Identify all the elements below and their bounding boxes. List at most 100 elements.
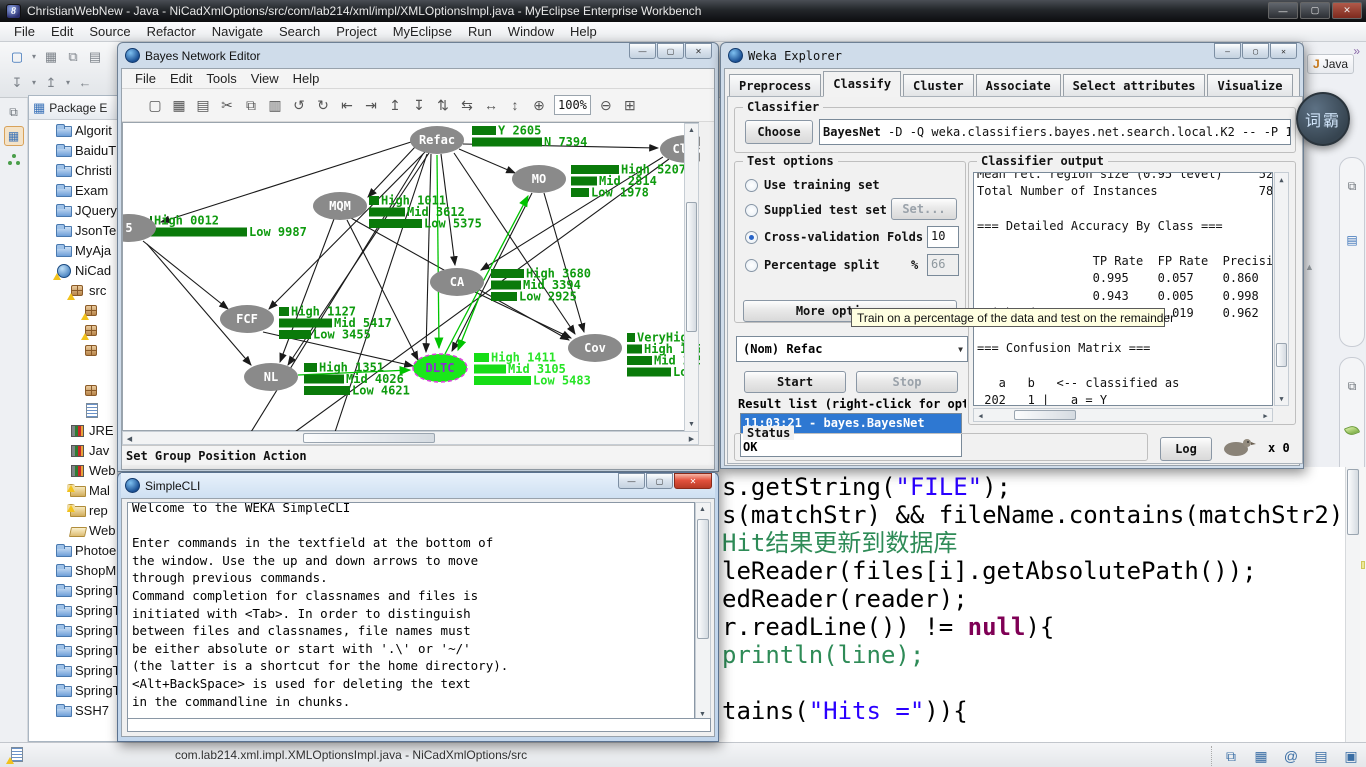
- layout-icon[interactable]: ⊞: [621, 95, 639, 115]
- tree-item[interactable]: BaiduT: [29, 140, 117, 160]
- classifier-output-area[interactable]: Mean rel. region size (0.95 level) 52.2 …: [973, 172, 1273, 406]
- tree-item[interactable]: src: [29, 280, 117, 300]
- close-button[interactable]: [674, 473, 712, 489]
- maximize-button[interactable]: [657, 43, 684, 59]
- java-perspective-button[interactable]: J Java: [1307, 54, 1354, 74]
- collapse-arrow-icon[interactable]: ▲: [1305, 262, 1314, 272]
- tab-preprocess[interactable]: Preprocess: [729, 74, 821, 97]
- tree-item[interactable]: MyAja: [29, 240, 117, 260]
- classifier-command-field[interactable]: BayesNet -D -Q weka.classifiers.bayes.ne…: [819, 119, 1291, 145]
- menu-item-edit[interactable]: Edit: [43, 24, 81, 39]
- use-training-set-option[interactable]: Use training set: [745, 178, 880, 192]
- simplecli-output-area[interactable]: Welcome to the WEKA SimpleCLI Enter comm…: [127, 502, 695, 722]
- simplecli-titlebar[interactable]: SimpleCLI: [121, 473, 715, 498]
- restore-view-icon[interactable]: ⧉: [4, 102, 24, 122]
- scrollbar-thumb[interactable]: [1347, 469, 1359, 535]
- tree-item[interactable]: Photoe: [29, 540, 117, 560]
- scroll-up-icon[interactable]: [696, 503, 709, 516]
- set-button[interactable]: Set...: [891, 198, 957, 220]
- scroll-left-icon[interactable]: [974, 409, 987, 422]
- radio-icon[interactable]: [745, 179, 758, 192]
- tree-item[interactable]: Exam: [29, 180, 117, 200]
- leaf-icon[interactable]: [1344, 424, 1360, 437]
- scroll-right-icon[interactable]: [1259, 409, 1272, 422]
- tree-item[interactable]: SpringT: [29, 660, 117, 680]
- scroll-right-icon[interactable]: [685, 432, 698, 445]
- radio-selected-icon[interactable]: [745, 231, 758, 244]
- editor-vertical-scrollbar[interactable]: [1345, 467, 1360, 742]
- tab-associate[interactable]: Associate: [976, 74, 1061, 97]
- menu-item-edit[interactable]: Edit: [163, 71, 199, 86]
- graph-horizontal-scrollbar[interactable]: [122, 431, 699, 445]
- minimize-button[interactable]: —: [1268, 2, 1298, 19]
- tree-item[interactable]: [29, 380, 117, 400]
- scroll-down-icon[interactable]: [1275, 392, 1288, 405]
- bayes-graph-canvas[interactable]: Y 2605N 7394RefacClasHigh 5207Mid 2814Lo…: [122, 122, 699, 431]
- perspective-chevron-icon[interactable]: »: [1353, 44, 1360, 58]
- scrollbar-thumb[interactable]: [686, 202, 697, 332]
- cross-validation-option[interactable]: Cross-validation: [745, 230, 880, 244]
- open-icon[interactable]: ▤: [194, 95, 212, 115]
- scroll-left-icon[interactable]: [123, 432, 136, 445]
- task-file-icon[interactable]: [8, 746, 24, 762]
- center-horizontal-icon[interactable]: ⇆: [458, 95, 476, 115]
- percentage-split-option[interactable]: Percentage split: [745, 258, 880, 272]
- save-all-icon[interactable]: ⧉: [64, 47, 82, 67]
- console-icon[interactable]: ▣: [1342, 746, 1360, 766]
- eclipse-titlebar[interactable]: 8 ChristianWebNew - Java - NiCadXmlOptio…: [0, 0, 1366, 22]
- center-vertical-icon[interactable]: ⇅: [434, 95, 452, 115]
- tree-item[interactable]: JRE: [29, 420, 117, 440]
- outline-view-icon[interactable]: ▤: [1342, 230, 1362, 250]
- space-vertical-icon[interactable]: ↕: [506, 95, 524, 115]
- folds-field[interactable]: 10: [927, 226, 959, 248]
- tree-item[interactable]: SpringT: [29, 600, 117, 620]
- tree-item[interactable]: [29, 300, 117, 320]
- menu-item-project[interactable]: Project: [328, 24, 384, 39]
- paste-icon[interactable]: ▥: [266, 95, 284, 115]
- zoom-level-box[interactable]: 100%: [554, 95, 591, 115]
- back-icon[interactable]: ←: [76, 73, 94, 93]
- tree-item[interactable]: Web: [29, 460, 117, 480]
- mail-icon[interactable]: @: [1282, 746, 1300, 766]
- space-horizontal-icon[interactable]: ↔: [482, 95, 500, 115]
- tab-select-attributes[interactable]: Select attributes: [1063, 74, 1206, 97]
- radio-icon[interactable]: [745, 204, 758, 217]
- save-icon[interactable]: ▦: [42, 47, 60, 67]
- minimize-button[interactable]: [618, 473, 645, 489]
- scrollbar-thumb[interactable]: [303, 433, 435, 443]
- output-horizontal-scrollbar[interactable]: [973, 408, 1273, 422]
- menu-item-source[interactable]: Source: [81, 24, 138, 39]
- tree-item[interactable]: JQuery: [29, 200, 117, 220]
- package-explorer-view-icon[interactable]: ▦: [4, 126, 24, 146]
- copy-icon[interactable]: ⧉: [242, 95, 260, 115]
- tree-item[interactable]: Web: [29, 520, 117, 540]
- menu-item-myeclipse[interactable]: MyEclipse: [385, 24, 460, 39]
- menu-item-window[interactable]: Window: [500, 24, 562, 39]
- scrollbar-thumb[interactable]: [697, 519, 709, 639]
- align-bottom-icon[interactable]: ↧: [410, 95, 428, 115]
- maximize-button[interactable]: ▢: [1300, 2, 1330, 19]
- maximize-button[interactable]: [646, 473, 673, 489]
- save-icon[interactable]: ▦: [170, 95, 188, 115]
- choose-button[interactable]: Choose: [745, 120, 813, 144]
- zoom-in-icon[interactable]: ⊕: [530, 95, 548, 115]
- maximize-button[interactable]: [1242, 43, 1269, 59]
- redo-icon[interactable]: ↻: [314, 95, 332, 115]
- tree-item[interactable]: [29, 360, 117, 380]
- graph-vertical-scrollbar[interactable]: [684, 123, 699, 432]
- import-icon[interactable]: ↧: [8, 73, 26, 93]
- export-icon[interactable]: ↥: [42, 73, 60, 93]
- restore-icon[interactable]: ⧉: [1342, 176, 1362, 196]
- file-export-icon[interactable]: ▤: [1312, 746, 1330, 766]
- menu-item-help[interactable]: Help: [286, 71, 327, 86]
- start-button[interactable]: Start: [744, 371, 846, 393]
- simplecli-command-input[interactable]: [127, 718, 711, 732]
- menu-item-run[interactable]: Run: [460, 24, 500, 39]
- weka-titlebar[interactable]: Weka Explorer: [724, 43, 1300, 68]
- tree-item[interactable]: SpringT: [29, 640, 117, 660]
- radio-icon[interactable]: [745, 259, 758, 272]
- output-vertical-scrollbar[interactable]: [1274, 172, 1289, 406]
- class-attribute-combo[interactable]: (Nom) Refac: [736, 336, 968, 362]
- cut-icon[interactable]: ✂: [218, 95, 236, 115]
- warning-marker[interactable]: [1361, 561, 1365, 569]
